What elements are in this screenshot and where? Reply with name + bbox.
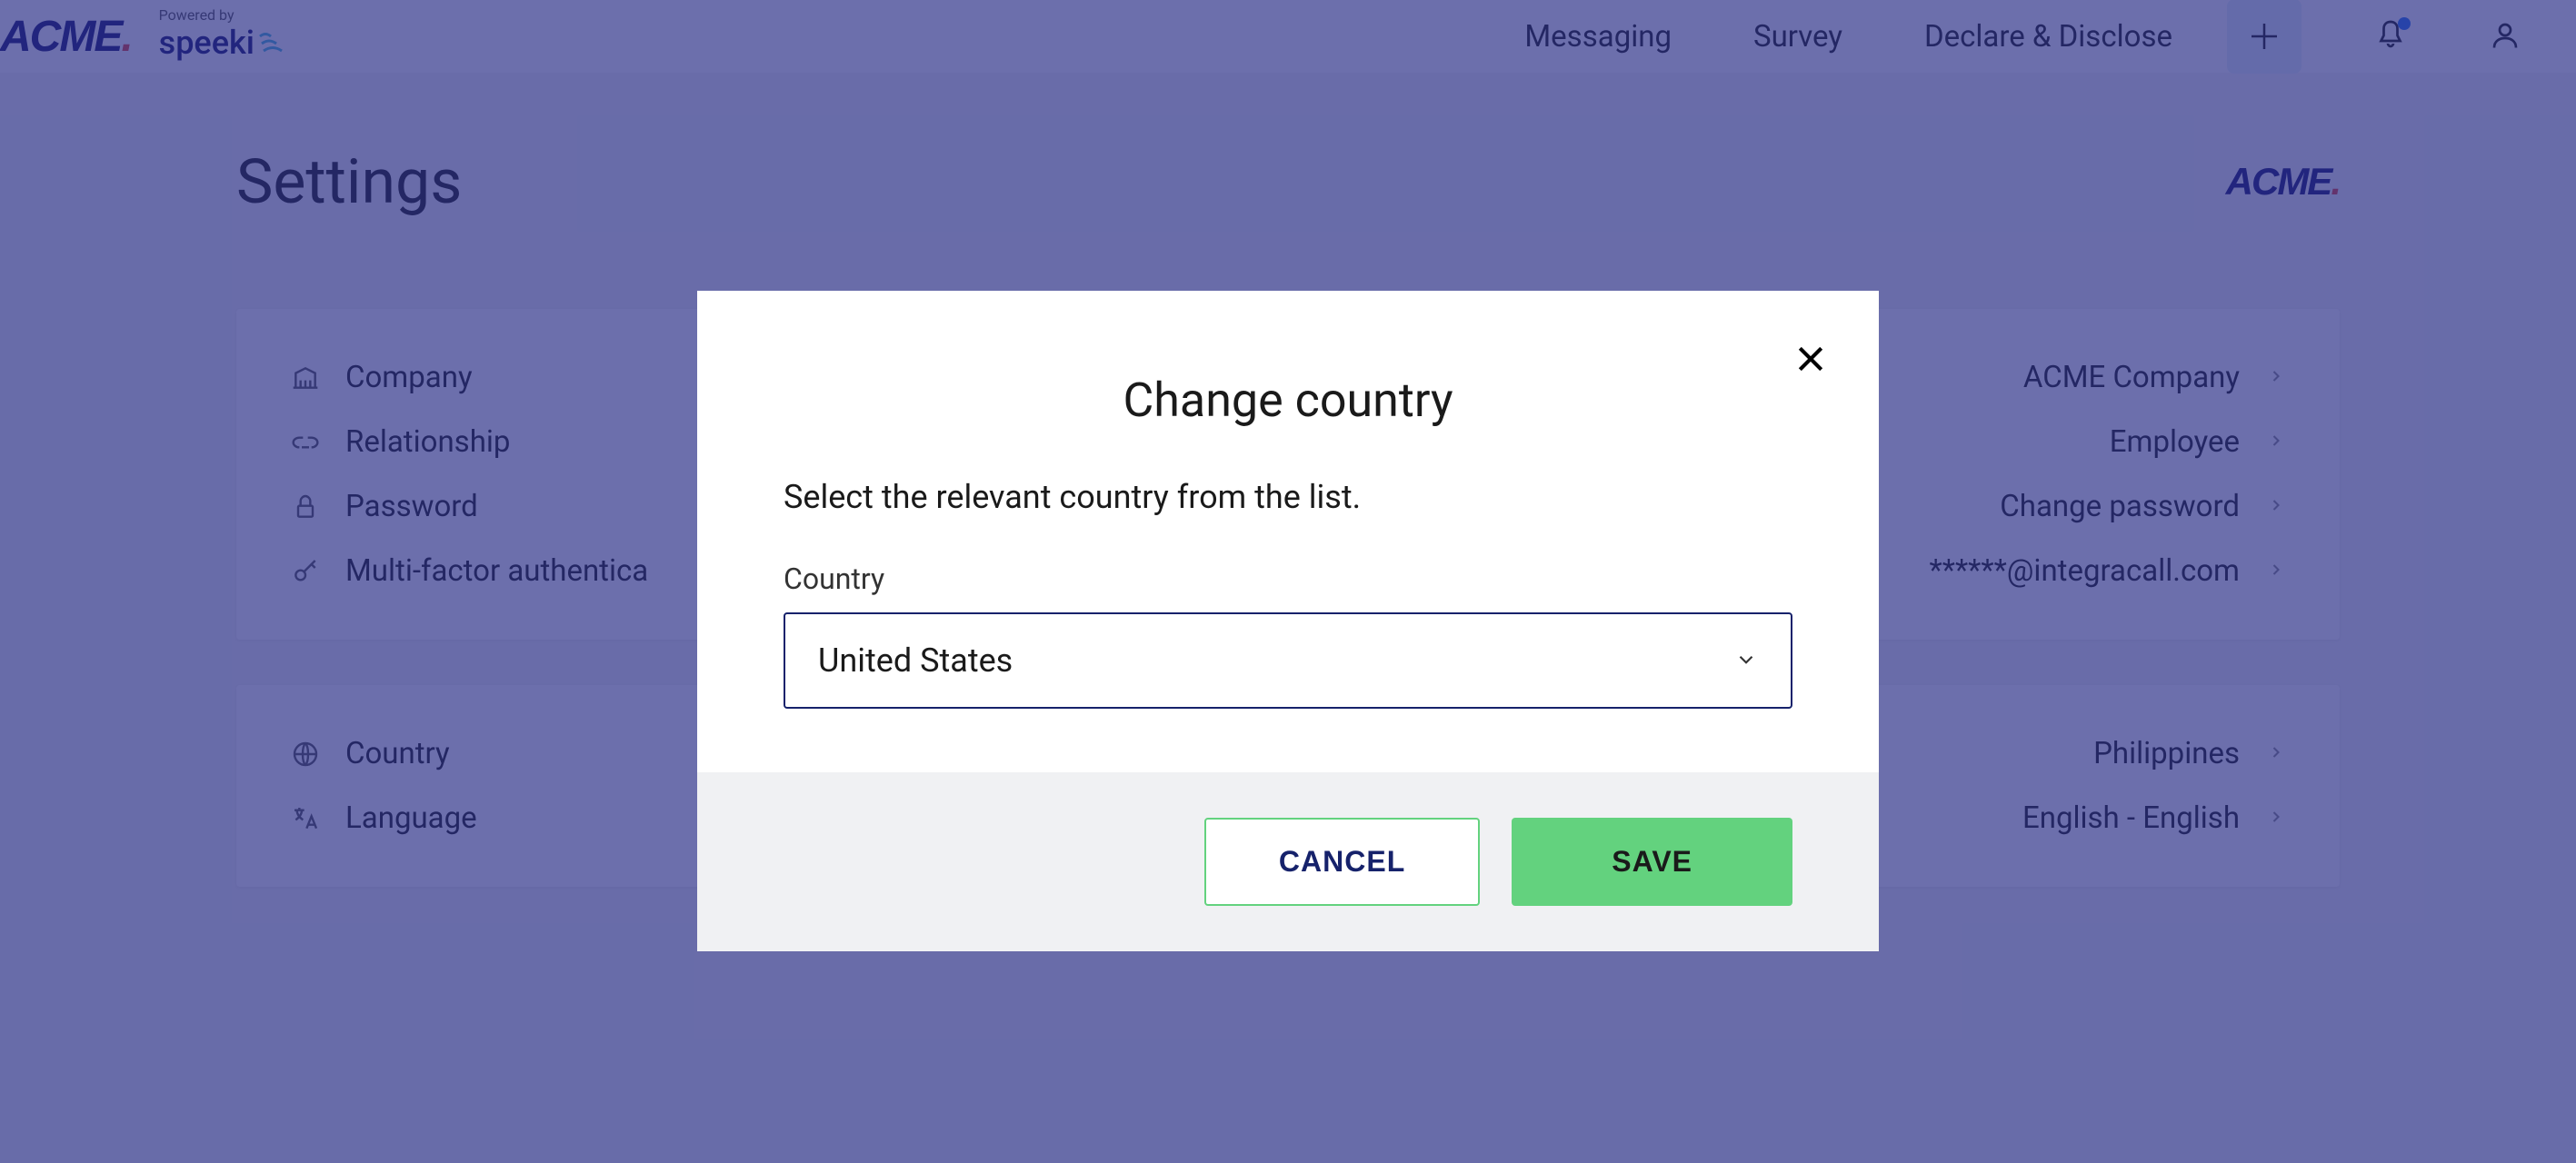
country-select-wrapper: United States: [784, 612, 1792, 709]
modal-footer: CANCEL SAVE: [697, 772, 1879, 951]
modal-title: Change country: [784, 373, 1792, 428]
country-field-label: Country: [784, 562, 1792, 596]
save-button[interactable]: SAVE: [1512, 818, 1792, 906]
change-country-modal: Change country Select the relevant count…: [697, 291, 1879, 951]
modal-body: Change country Select the relevant count…: [697, 291, 1879, 772]
modal-subtitle: Select the relevant country from the lis…: [784, 478, 1792, 516]
modal-close-button[interactable]: [1792, 341, 1829, 380]
cancel-button[interactable]: CANCEL: [1204, 818, 1480, 906]
close-icon: [1792, 341, 1829, 377]
modal-overlay[interactable]: Change country Select the relevant count…: [0, 0, 2576, 1163]
chevron-down-icon: [1734, 641, 1758, 680]
country-select[interactable]: United States: [784, 612, 1792, 709]
country-select-value: United States: [818, 641, 1013, 680]
